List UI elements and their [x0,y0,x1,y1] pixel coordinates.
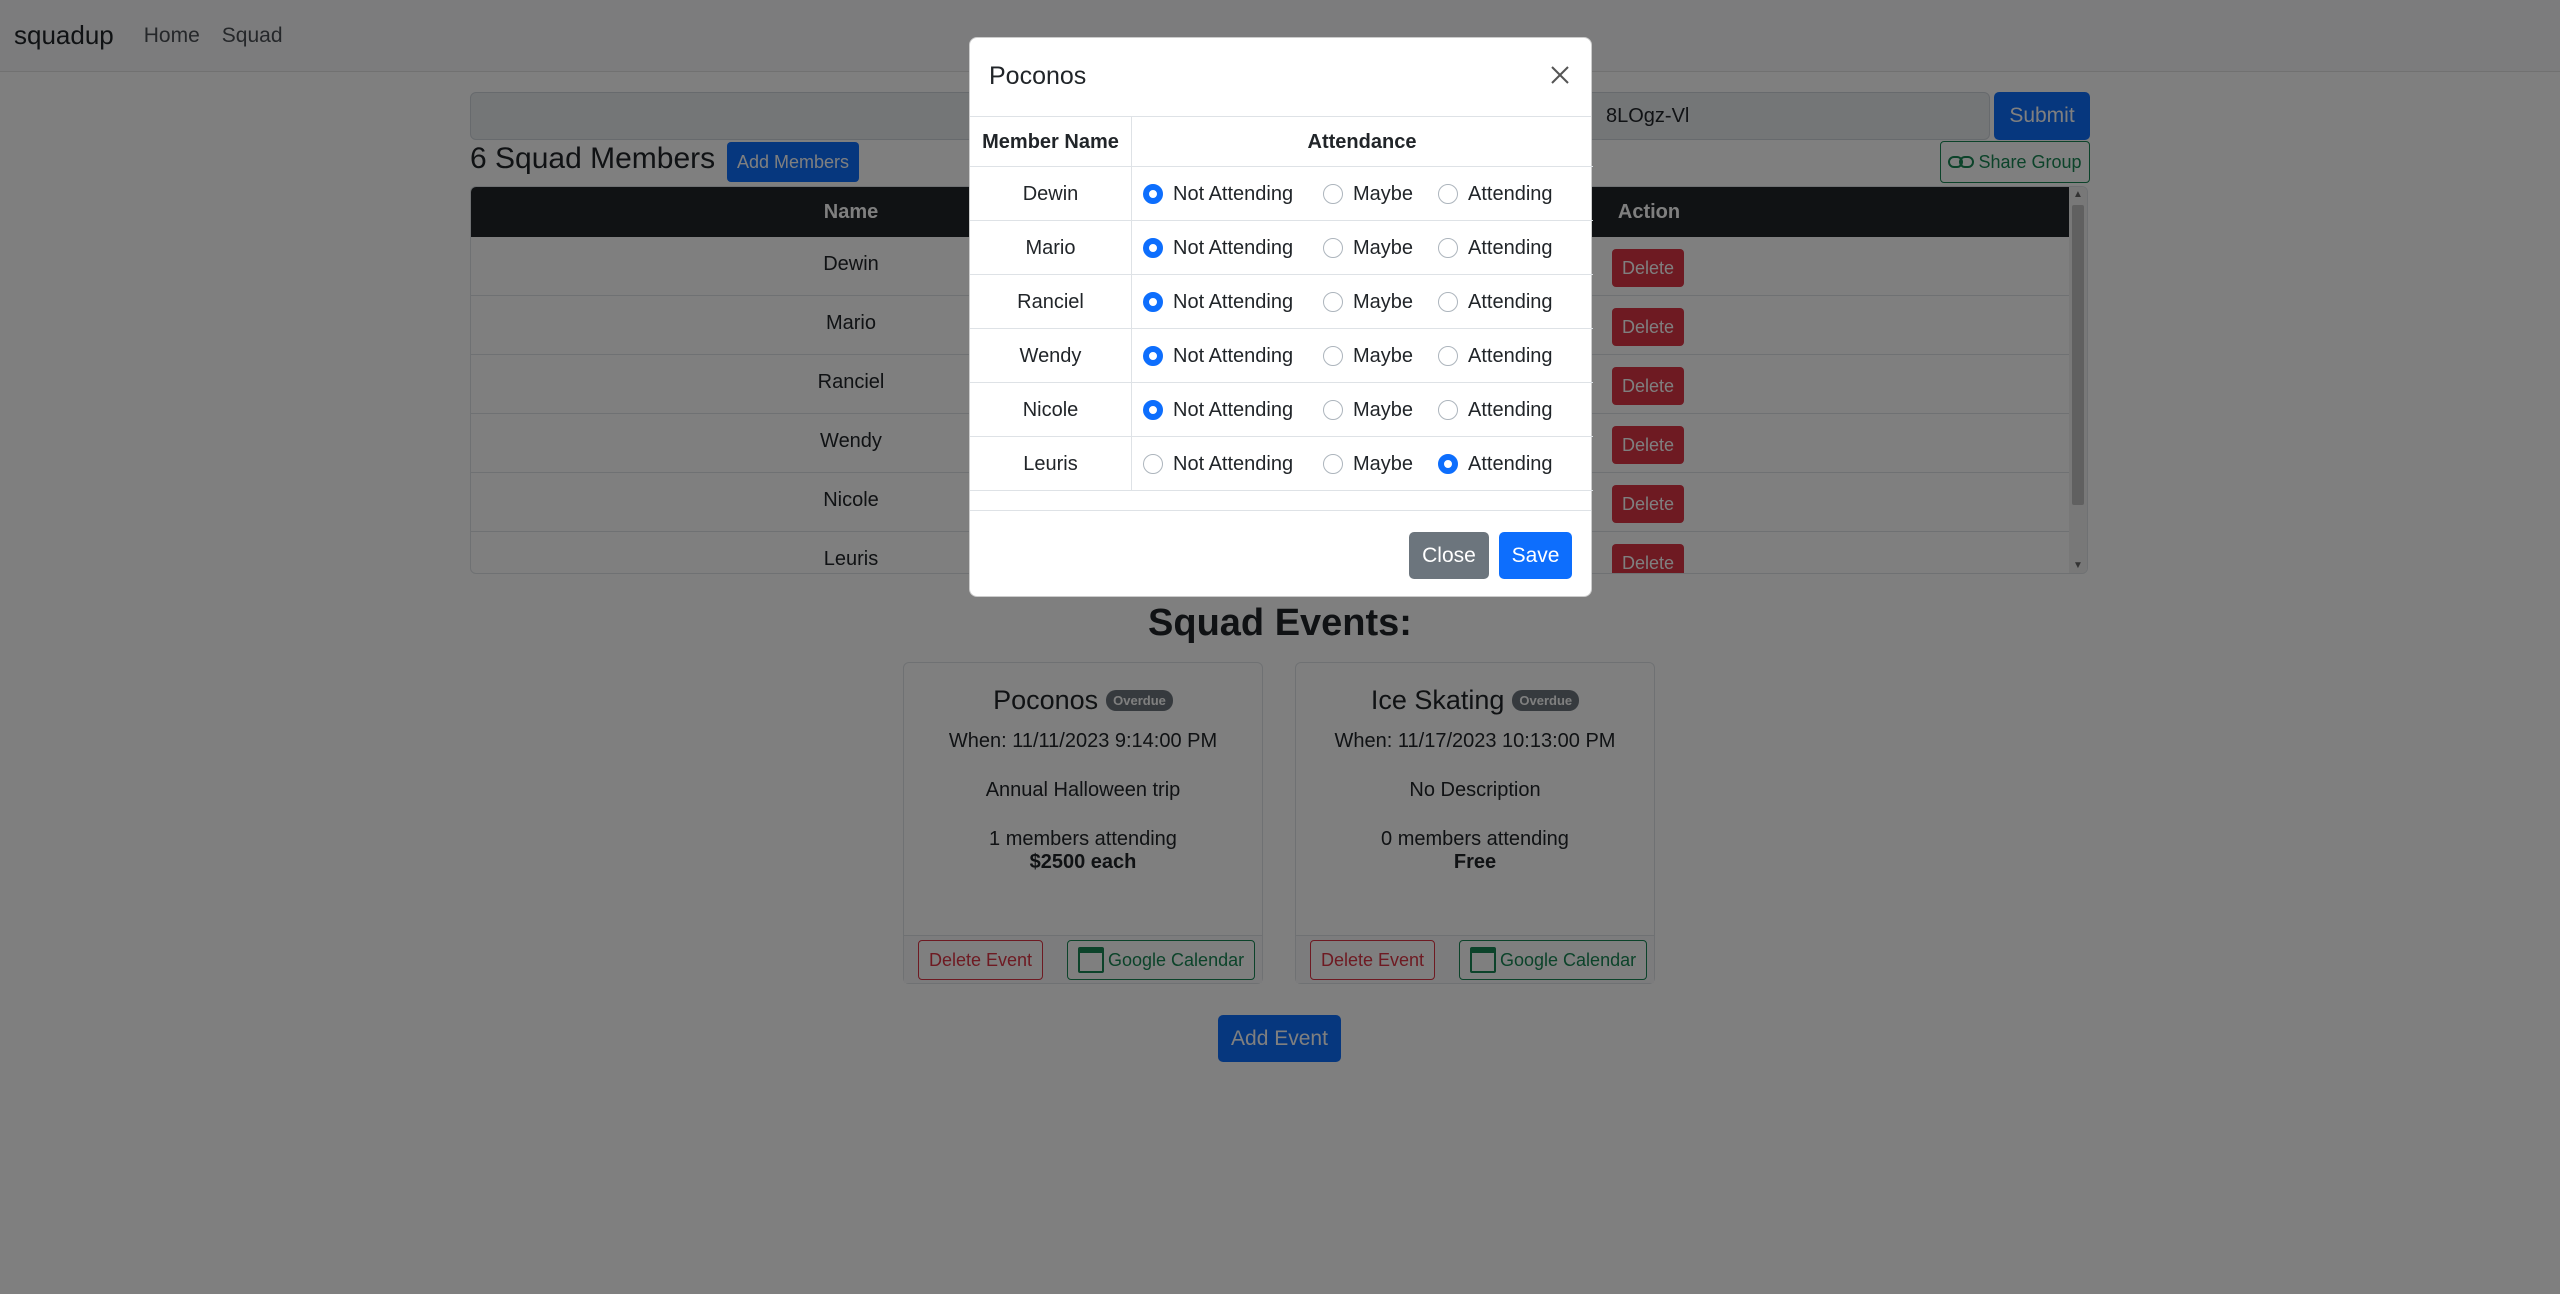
radio-maybe[interactable] [1323,400,1343,420]
radio-label-not-attending[interactable]: Not Attending [1173,383,1293,437]
radio-attending[interactable] [1438,292,1458,312]
close-icon[interactable] [1545,60,1575,90]
radio-label-maybe[interactable]: Maybe [1353,221,1413,275]
radio-label-attending[interactable]: Attending [1468,275,1553,329]
attendance-modal: Poconos Member Name Attendance Dewin Not … [969,37,1593,598]
radio-label-attending[interactable]: Attending [1468,167,1553,221]
attendance-row: Wendy Not Attending Maybe Attending [970,329,1593,383]
radio-label-attending[interactable]: Attending [1468,221,1553,275]
radio-label-attending[interactable]: Attending [1468,383,1553,437]
attendance-member-name: Wendy [1019,345,1082,367]
attendance-member-name: Nicole [1022,399,1079,421]
modal-title: Poconos [989,62,1087,90]
radio-maybe[interactable] [1323,346,1343,366]
radio-attending[interactable] [1438,238,1458,258]
radio-label-not-attending[interactable]: Not Attending [1173,275,1293,329]
radio-label-not-attending[interactable]: Not Attending [1173,437,1293,491]
attendance-member-name: Mario [1025,237,1076,259]
attendance-member-name: Ranciel [1017,291,1084,313]
attendance-row: Leuris Not Attending Maybe Attending [970,437,1593,491]
attendance-row: Nicole Not Attending Maybe Attending [970,383,1593,437]
radio-maybe[interactable] [1323,238,1343,258]
modal-header: Poconos [970,38,1591,117]
radio-not-attending[interactable] [1143,454,1163,474]
radio-maybe[interactable] [1323,454,1343,474]
radio-maybe[interactable] [1323,184,1343,204]
radio-not-attending[interactable] [1143,346,1163,366]
radio-label-attending[interactable]: Attending [1468,329,1553,383]
radio-label-not-attending[interactable]: Not Attending [1173,221,1293,275]
radio-maybe[interactable] [1323,292,1343,312]
attendance-row: Mario Not Attending Maybe Attending [970,221,1593,275]
radio-label-not-attending[interactable]: Not Attending [1173,329,1293,383]
attendance-row: Dewin Not Attending Maybe Attending [970,167,1593,221]
radio-label-not-attending[interactable]: Not Attending [1173,167,1293,221]
radio-label-attending[interactable]: Attending [1468,437,1553,491]
attendance-row: Ranciel Not Attending Maybe Attending [970,275,1593,329]
radio-label-maybe[interactable]: Maybe [1353,167,1413,221]
column-header-member: Member Name [982,131,1119,153]
radio-attending[interactable] [1438,454,1458,474]
attendance-member-name: Dewin [1022,183,1079,205]
radio-attending[interactable] [1438,400,1458,420]
attendance-table-header: Member Name Attendance [970,117,1593,167]
close-button[interactable]: Close [1409,532,1489,579]
modal-footer: Close Save [970,510,1591,598]
attendance-member-name: Leuris [1023,453,1078,475]
radio-not-attending[interactable] [1143,292,1163,312]
radio-not-attending[interactable] [1143,400,1163,420]
radio-attending[interactable] [1438,346,1458,366]
radio-label-maybe[interactable]: Maybe [1353,275,1413,329]
radio-not-attending[interactable] [1143,238,1163,258]
radio-attending[interactable] [1438,184,1458,204]
radio-not-attending[interactable] [1143,184,1163,204]
radio-label-maybe[interactable]: Maybe [1353,437,1413,491]
radio-label-maybe[interactable]: Maybe [1353,383,1413,437]
radio-label-maybe[interactable]: Maybe [1353,329,1413,383]
save-button[interactable]: Save [1499,532,1572,579]
column-header-attendance: Attendance [1307,131,1417,153]
